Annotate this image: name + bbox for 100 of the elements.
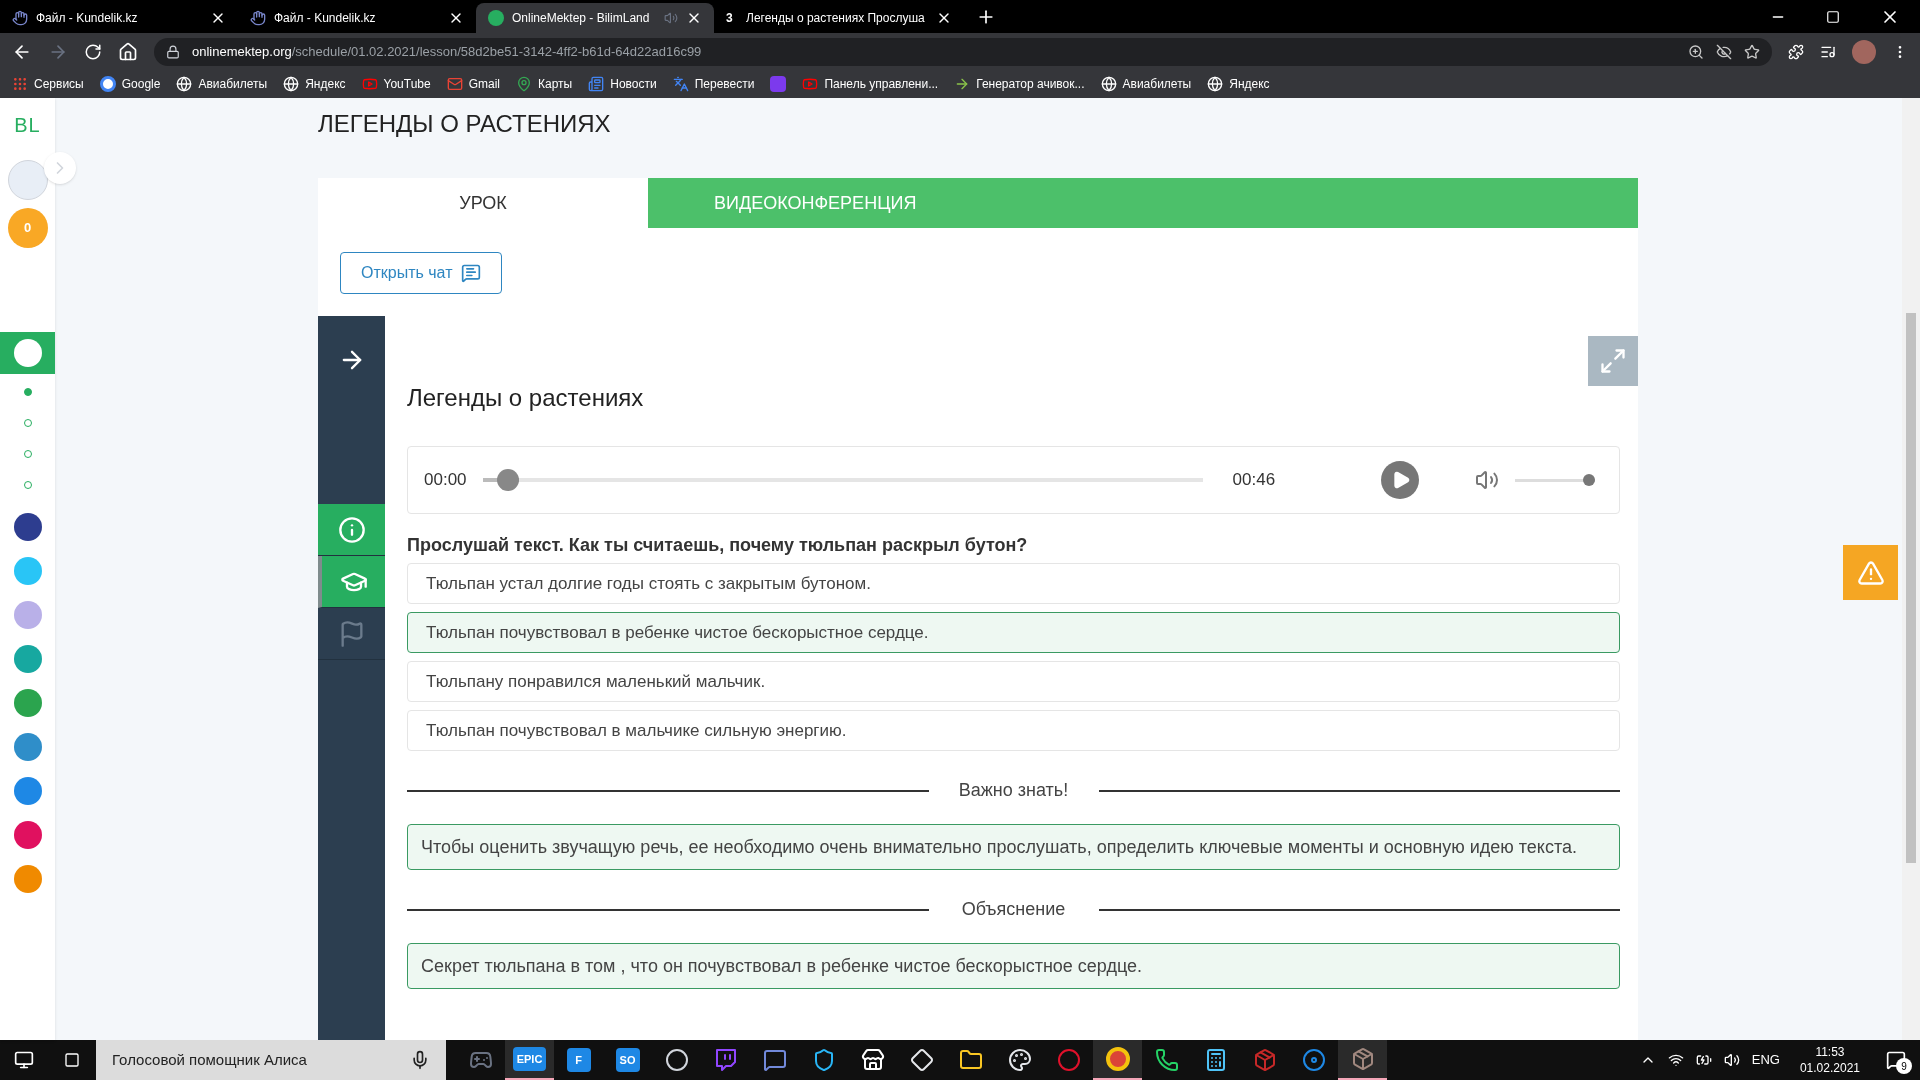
search-field[interactable]: Голосовой помощник Алиса bbox=[96, 1040, 446, 1080]
diamond-icon bbox=[909, 1048, 934, 1072]
volume-thumb[interactable] bbox=[1583, 474, 1595, 486]
archive-icon bbox=[1252, 1048, 1277, 1072]
google-icon bbox=[99, 76, 116, 92]
scrollbar[interactable] bbox=[1902, 98, 1920, 1040]
play-icon bbox=[1391, 470, 1411, 490]
taskbar-app[interactable] bbox=[1093, 1040, 1142, 1080]
home-icon[interactable] bbox=[118, 41, 138, 62]
browser-tab[interactable]: OnlineMektep - BilimLand bbox=[476, 3, 714, 33]
chat-icon bbox=[460, 263, 481, 283]
answer-option[interactable]: Тюльпан почувствовал в мальчике сильную энергию. bbox=[407, 710, 1620, 751]
bookmark[interactable]: Карты bbox=[516, 75, 573, 93]
tab-title: Легенды о растениях Прослуша bbox=[746, 10, 926, 27]
app-logo[interactable] bbox=[13, 821, 42, 849]
apps-icon bbox=[12, 76, 28, 92]
bookmark[interactable]: Генератор ачивок... bbox=[954, 75, 1085, 93]
app-logo-icon: SO bbox=[615, 1048, 640, 1072]
play-icon bbox=[361, 76, 378, 92]
bookmark[interactable]: YouTube bbox=[361, 75, 431, 93]
bookmark[interactable]: Google bbox=[99, 75, 161, 93]
taskbar-app[interactable]: F bbox=[554, 1040, 603, 1080]
taskbar-app[interactable]: SO bbox=[603, 1040, 652, 1080]
volume-slider[interactable] bbox=[1515, 474, 1595, 486]
nav-item[interactable] bbox=[318, 504, 385, 556]
bookmark[interactable]: Панель управлени... bbox=[802, 75, 939, 93]
translate-icon bbox=[672, 76, 689, 92]
site-logo-icon bbox=[488, 10, 504, 26]
language-indicator[interactable]: ENG bbox=[1751, 1050, 1780, 1070]
bookmark[interactable]: Яндекс bbox=[1207, 75, 1270, 93]
taskbar-app[interactable] bbox=[1338, 1040, 1387, 1080]
eye-off-icon[interactable] bbox=[1716, 43, 1732, 60]
newspaper-icon bbox=[588, 76, 605, 92]
square-icon bbox=[770, 76, 787, 92]
tab-title: OnlineMektep - BilimLand bbox=[512, 10, 651, 27]
taskbar-app[interactable]: EPIC bbox=[505, 1040, 554, 1080]
progress-thumb[interactable] bbox=[496, 469, 519, 491]
star-icon[interactable] bbox=[1744, 43, 1760, 60]
coins-badge: 0 bbox=[7, 208, 48, 248]
task-view-icon[interactable] bbox=[64, 1052, 80, 1068]
battery-icon[interactable] bbox=[1695, 1052, 1712, 1068]
avatar-icon[interactable] bbox=[1852, 39, 1876, 64]
globe-icon bbox=[283, 76, 300, 92]
bookmark[interactable]: Авиабилеты bbox=[176, 75, 268, 93]
store-icon bbox=[860, 1048, 885, 1072]
url-text: onlinemektep.org/schedule/01.02.2021/lesson/58d2be51-3142-4ff2-b61d-64d22ad16c99 bbox=[192, 42, 703, 61]
answer-option[interactable]: Тюльпан почувствовал в ребенке чистое бескорыстное сердце. bbox=[407, 612, 1620, 653]
globe-icon bbox=[1207, 76, 1224, 92]
page-title: ЛЕГЕНДЫ О РАСТЕНИЯХ bbox=[318, 109, 612, 139]
play-button[interactable] bbox=[1381, 461, 1419, 499]
section-title: Важно знать! bbox=[957, 779, 1070, 802]
clock[interactable]: 11:53 01.02.2021 bbox=[1791, 1044, 1868, 1076]
app-logo-icon: EPIC bbox=[512, 1047, 547, 1071]
warning-icon bbox=[1856, 558, 1885, 587]
clock-time: 11:53 bbox=[1815, 1044, 1845, 1060]
bookmark[interactable]: Яндекс bbox=[283, 75, 346, 93]
extensions-icon[interactable] bbox=[1788, 43, 1804, 60]
app-logo[interactable] bbox=[13, 513, 42, 541]
circle-icon bbox=[664, 1048, 689, 1072]
volume-icon[interactable] bbox=[1723, 1052, 1740, 1068]
restore-icon[interactable] bbox=[1826, 9, 1840, 24]
mail-icon bbox=[446, 76, 463, 92]
globe-icon bbox=[1100, 76, 1117, 92]
duration: 00:46 bbox=[1232, 469, 1276, 492]
open-chat-button[interactable]: Открыть чат bbox=[340, 252, 502, 294]
question: Прослушай текст. Как ты считаешь, почему тюльпан раскрыл бутон? bbox=[407, 534, 1029, 557]
hand-icon bbox=[12, 10, 28, 26]
current-time: 00:00 bbox=[424, 469, 467, 492]
tab-title: Файл - Kundelik.kz bbox=[36, 10, 139, 27]
chat-icon bbox=[762, 1048, 787, 1072]
microphone-icon[interactable] bbox=[410, 1050, 430, 1070]
nav-item[interactable] bbox=[318, 556, 385, 608]
bookmark[interactable]: Gmail bbox=[446, 75, 500, 93]
tab-title: Файл - Kundelik.kz bbox=[274, 10, 377, 27]
disc-icon bbox=[1301, 1048, 1326, 1072]
address-field[interactable]: onlinemektep.org/schedule/01.02.2021/lesson/58d2be51-3142-4ff2-b61d-64d22ad16c99 bbox=[154, 37, 1772, 66]
bookmark[interactable]: Перевести bbox=[672, 75, 755, 93]
palette-icon bbox=[1007, 1048, 1032, 1072]
map-pin-icon bbox=[516, 76, 532, 92]
chat-bubble-icon bbox=[713, 1048, 738, 1072]
network-icon[interactable] bbox=[1667, 1052, 1684, 1068]
section-text: Секрет тюльпана в том , что он почувствовал в ребенке чистое бескорыстное сердце. bbox=[407, 943, 1620, 989]
bookmark[interactable]: Сервисы bbox=[12, 75, 84, 93]
notification-icon[interactable] bbox=[1886, 1050, 1906, 1070]
section-title: Объяснение bbox=[960, 898, 1067, 921]
play-icon bbox=[802, 76, 819, 92]
bookmark[interactable]: Авиабилеты bbox=[1100, 75, 1192, 93]
folder-icon bbox=[958, 1048, 983, 1072]
globe-icon bbox=[176, 76, 193, 92]
reload-icon[interactable] bbox=[84, 42, 102, 61]
hand-icon bbox=[250, 10, 266, 26]
progress-slider[interactable] bbox=[482, 469, 1203, 491]
lesson-heading: Легенды о растениях bbox=[407, 383, 645, 413]
expand-arrows-icon bbox=[1599, 347, 1627, 375]
answer-option[interactable]: Тюльпану понравился маленький мальчик. bbox=[407, 661, 1620, 702]
zoom-icon[interactable] bbox=[1688, 43, 1704, 60]
answer-option[interactable]: Тюльпан устал долгие годы стоять с закрытым бутоном. bbox=[407, 563, 1620, 604]
section-tab[interactable] bbox=[0, 332, 55, 374]
bookmark[interactable]: Новости bbox=[588, 75, 657, 93]
section-text: Чтобы оценить звучащую речь, ее необходимо очень внимательно прослушать, определить ключевые моменты и основную идею текста. bbox=[407, 824, 1620, 870]
